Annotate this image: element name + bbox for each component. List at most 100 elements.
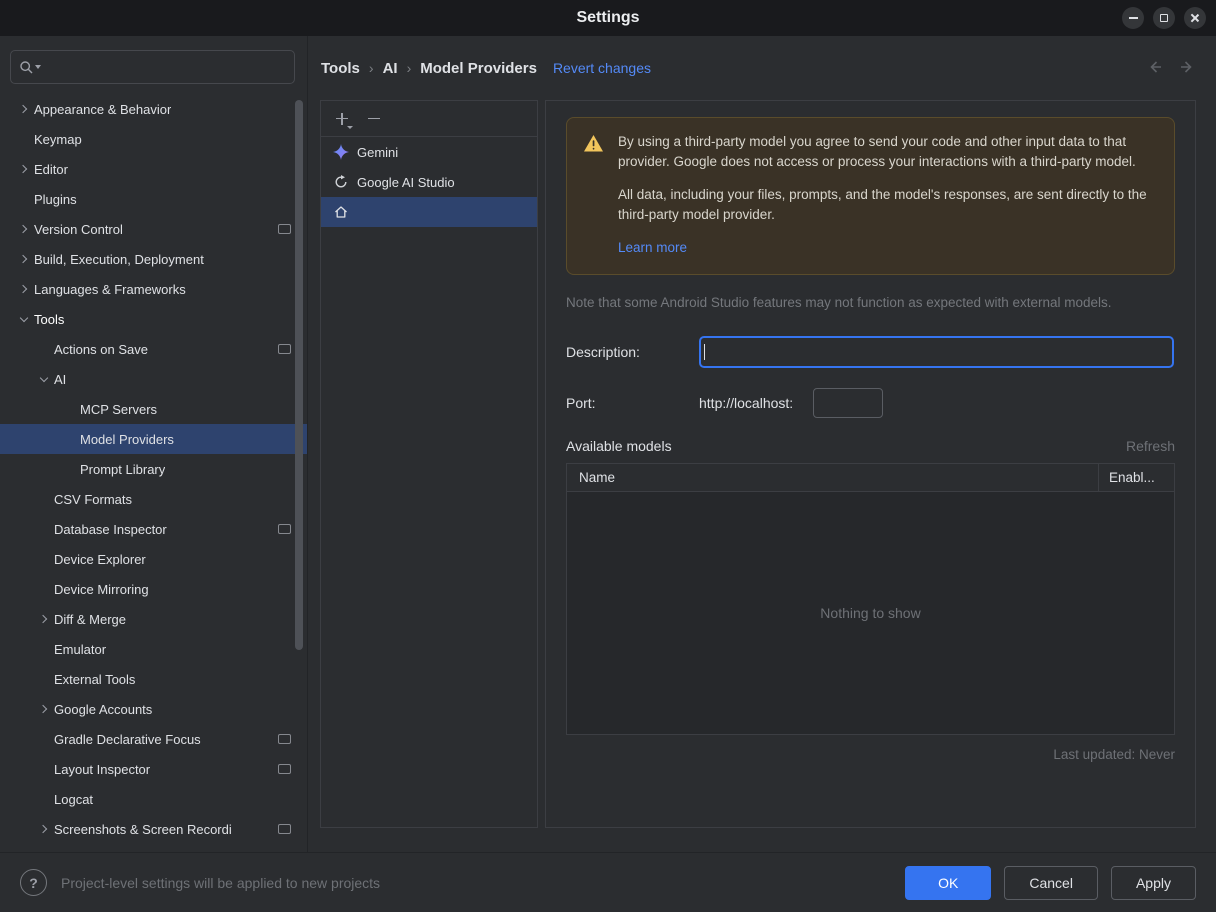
provider-detail-panel: By using a third-party model you agree t… xyxy=(545,100,1196,828)
chevron-right-icon[interactable] xyxy=(34,604,54,634)
screen-settings-icon xyxy=(278,344,291,354)
help-button[interactable]: ? xyxy=(20,869,47,896)
port-row: Port: http://localhost: xyxy=(566,387,1175,418)
question-mark-icon: ? xyxy=(29,874,38,891)
refresh-link[interactable]: Refresh xyxy=(1126,438,1175,454)
localhost-prefix: http://localhost: xyxy=(699,394,794,411)
apply-button[interactable]: Apply xyxy=(1110,865,1196,900)
description-row: Description: xyxy=(566,335,1175,368)
window-controls xyxy=(1122,7,1206,29)
back-button[interactable] xyxy=(1146,58,1164,79)
learn-more-link[interactable]: Learn more xyxy=(618,240,687,255)
sidebar-item-gradle-declarative-focus[interactable]: Gradle Declarative Focus xyxy=(0,724,307,754)
add-dropdown-caret-icon xyxy=(347,125,353,129)
forward-button[interactable] xyxy=(1178,58,1196,79)
sidebar-item-editor[interactable]: Editor xyxy=(0,154,307,184)
forward-arrow-icon xyxy=(1181,60,1192,73)
port-input[interactable] xyxy=(813,387,884,418)
search-icon xyxy=(20,60,33,73)
sidebar-item-model-providers[interactable]: Model Providers xyxy=(0,424,307,454)
provider-item-google-ai-studio[interactable]: Google AI Studio xyxy=(321,167,537,197)
google-ai-studio-icon xyxy=(335,175,347,188)
search-input[interactable] xyxy=(47,59,286,75)
close-button[interactable] xyxy=(1184,7,1206,29)
sidebar-item-build-execution-deployment[interactable]: Build, Execution, Deployment xyxy=(0,244,307,274)
external-models-note: Note that some Android Studio features m… xyxy=(566,294,1112,310)
minimize-icon xyxy=(1128,17,1138,19)
sidebar-item-database-inspector[interactable]: Database Inspector xyxy=(0,514,307,544)
chevron-right-icon[interactable] xyxy=(14,214,34,244)
search-box[interactable] xyxy=(10,50,295,84)
chevron-right-icon[interactable] xyxy=(14,274,34,304)
home-icon xyxy=(335,206,347,218)
warning-paragraph-1: By using a third-party model you agree t… xyxy=(618,134,1136,169)
sidebar-item-logcat[interactable]: Logcat xyxy=(0,784,307,814)
minimize-button[interactable] xyxy=(1122,7,1144,29)
title-bar: Settings xyxy=(0,0,1216,36)
screen-settings-icon xyxy=(278,224,291,234)
description-input[interactable] xyxy=(699,335,1174,368)
sidebar-item-diff-merge[interactable]: Diff & Merge xyxy=(0,604,307,634)
window-title: Settings xyxy=(576,9,640,26)
available-models-header: Available models Refresh xyxy=(566,438,1175,454)
sidebar-item-device-mirroring[interactable]: Device Mirroring xyxy=(0,574,307,604)
sidebar-item-actions-on-save[interactable]: Actions on Save xyxy=(0,334,307,364)
provider-item-gemini[interactable]: Gemini xyxy=(321,137,537,167)
minus-icon xyxy=(368,117,380,120)
chevron-right-icon[interactable] xyxy=(14,94,34,124)
models-table-body: Nothing to show xyxy=(567,491,1174,734)
chevron-right-icon[interactable] xyxy=(34,814,54,844)
sidebar-item-layout-inspector[interactable]: Layout Inspector xyxy=(0,754,307,784)
breadcrumb-ai[interactable]: AI xyxy=(383,60,398,77)
maximize-icon xyxy=(1160,14,1168,22)
column-header-name: Name xyxy=(579,469,616,485)
sidebar-item-ai[interactable]: AI xyxy=(0,364,307,394)
sidebar-item-csv-formats[interactable]: CSV Formats xyxy=(0,484,307,514)
project-settings-hint: Project-level settings will be applied t… xyxy=(61,874,381,891)
sidebar-item-tools[interactable]: Tools xyxy=(0,304,307,334)
gemini-icon xyxy=(333,144,349,160)
provider-item-new[interactable] xyxy=(321,197,537,227)
sidebar-item-screenshots-screen-recording[interactable]: Screenshots & Screen Recordi xyxy=(0,814,307,844)
provider-list-panel: Gemini Google AI Studio xyxy=(320,100,538,828)
sidebar-item-version-control[interactable]: Version Control xyxy=(0,214,307,244)
sidebar-item-plugins[interactable]: Plugins xyxy=(0,184,307,214)
available-models-label: Available models xyxy=(566,437,672,454)
close-icon xyxy=(1190,13,1200,23)
chevron-down-icon[interactable] xyxy=(34,364,54,394)
ok-button[interactable]: OK xyxy=(905,865,992,900)
chevron-right-icon[interactable] xyxy=(14,154,34,184)
revert-changes-link[interactable]: Revert changes xyxy=(553,60,651,76)
sidebar-item-languages-frameworks[interactable]: Languages & Frameworks xyxy=(0,274,307,304)
models-table-header: Name Enabl... xyxy=(567,463,1174,492)
sidebar-item-emulator[interactable]: Emulator xyxy=(0,634,307,664)
remove-provider-button[interactable] xyxy=(361,107,387,131)
last-updated-text: Last updated: Never xyxy=(1053,746,1175,762)
cancel-button[interactable]: Cancel xyxy=(1004,865,1098,900)
models-table: Name Enabl... Nothing to show xyxy=(566,462,1175,735)
search-filter-caret-icon[interactable] xyxy=(35,65,41,69)
breadcrumb-tools[interactable]: Tools xyxy=(321,60,360,77)
maximize-button[interactable] xyxy=(1153,7,1175,29)
warning-icon xyxy=(584,135,603,152)
sidebar-item-mcp-servers[interactable]: MCP Servers xyxy=(0,394,307,424)
screen-settings-icon xyxy=(278,764,291,774)
sidebar-item-prompt-library[interactable]: Prompt Library xyxy=(0,454,307,484)
sidebar-item-keymap[interactable]: Keymap xyxy=(0,124,307,154)
breadcrumb-model-providers[interactable]: Model Providers xyxy=(420,60,537,77)
sidebar-item-device-explorer[interactable]: Device Explorer xyxy=(0,544,307,574)
settings-tree: Appearance & Behavior Keymap Editor Plug… xyxy=(0,94,307,844)
screen-settings-icon xyxy=(278,734,291,744)
screen-settings-icon xyxy=(278,524,291,534)
chevron-down-icon[interactable] xyxy=(14,304,34,334)
third-party-warning-banner: By using a third-party model you agree t… xyxy=(566,117,1175,275)
chevron-right-icon[interactable] xyxy=(34,694,54,724)
sidebar-scrollbar[interactable] xyxy=(295,100,303,650)
add-provider-button[interactable] xyxy=(329,107,355,131)
sidebar-item-appearance-behavior[interactable]: Appearance & Behavior xyxy=(0,94,307,124)
sidebar-item-external-tools[interactable]: External Tools xyxy=(0,664,307,694)
column-header-enabled: Enabl... xyxy=(1098,463,1174,491)
sidebar-item-google-accounts[interactable]: Google Accounts xyxy=(0,694,307,724)
port-label: Port: xyxy=(566,394,596,411)
chevron-right-icon[interactable] xyxy=(14,244,34,274)
